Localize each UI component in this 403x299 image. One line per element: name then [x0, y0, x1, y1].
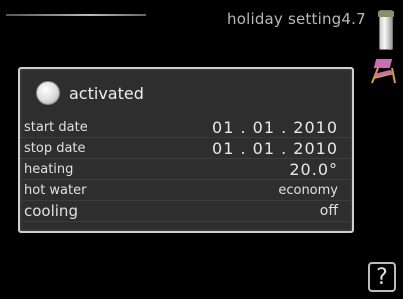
- stop-date-row[interactable]: stop date 01 . 01 . 2010: [20, 138, 352, 159]
- hot-water-label: hot water: [24, 182, 87, 198]
- hot-water-row[interactable]: hot water economy: [20, 180, 352, 201]
- stop-date-value[interactable]: 01 . 01 . 2010: [212, 139, 338, 158]
- page-title: holiday setting4.7: [227, 10, 366, 28]
- hot-water-value[interactable]: economy: [278, 183, 338, 198]
- activated-label: activated: [69, 83, 144, 103]
- activated-radio-button[interactable]: [36, 81, 60, 105]
- deck-chair-icon: [371, 59, 396, 84]
- header-divider-line: [6, 14, 146, 16]
- cooling-value[interactable]: off: [320, 203, 338, 219]
- scroll-indicator-icon[interactable]: [378, 10, 394, 50]
- cooling-label: cooling: [24, 202, 78, 220]
- scroll-knob[interactable]: [378, 11, 394, 17]
- stop-date-label: stop date: [24, 140, 86, 156]
- start-date-value[interactable]: 01 . 01 . 2010: [212, 118, 338, 137]
- heating-label: heating: [24, 161, 74, 177]
- start-date-label: start date: [24, 119, 88, 135]
- start-date-row[interactable]: start date 01 . 01 . 2010: [20, 117, 352, 138]
- heating-row[interactable]: heating 20.0°: [20, 159, 352, 180]
- help-icon[interactable]: ?: [368, 262, 396, 292]
- cooling-row[interactable]: cooling off: [20, 201, 352, 222]
- heating-value[interactable]: 20.0°: [289, 160, 338, 179]
- holiday-settings-panel: activated start date 01 . 01 . 2010 stop…: [18, 67, 354, 233]
- activated-option[interactable]: activated: [36, 80, 144, 106]
